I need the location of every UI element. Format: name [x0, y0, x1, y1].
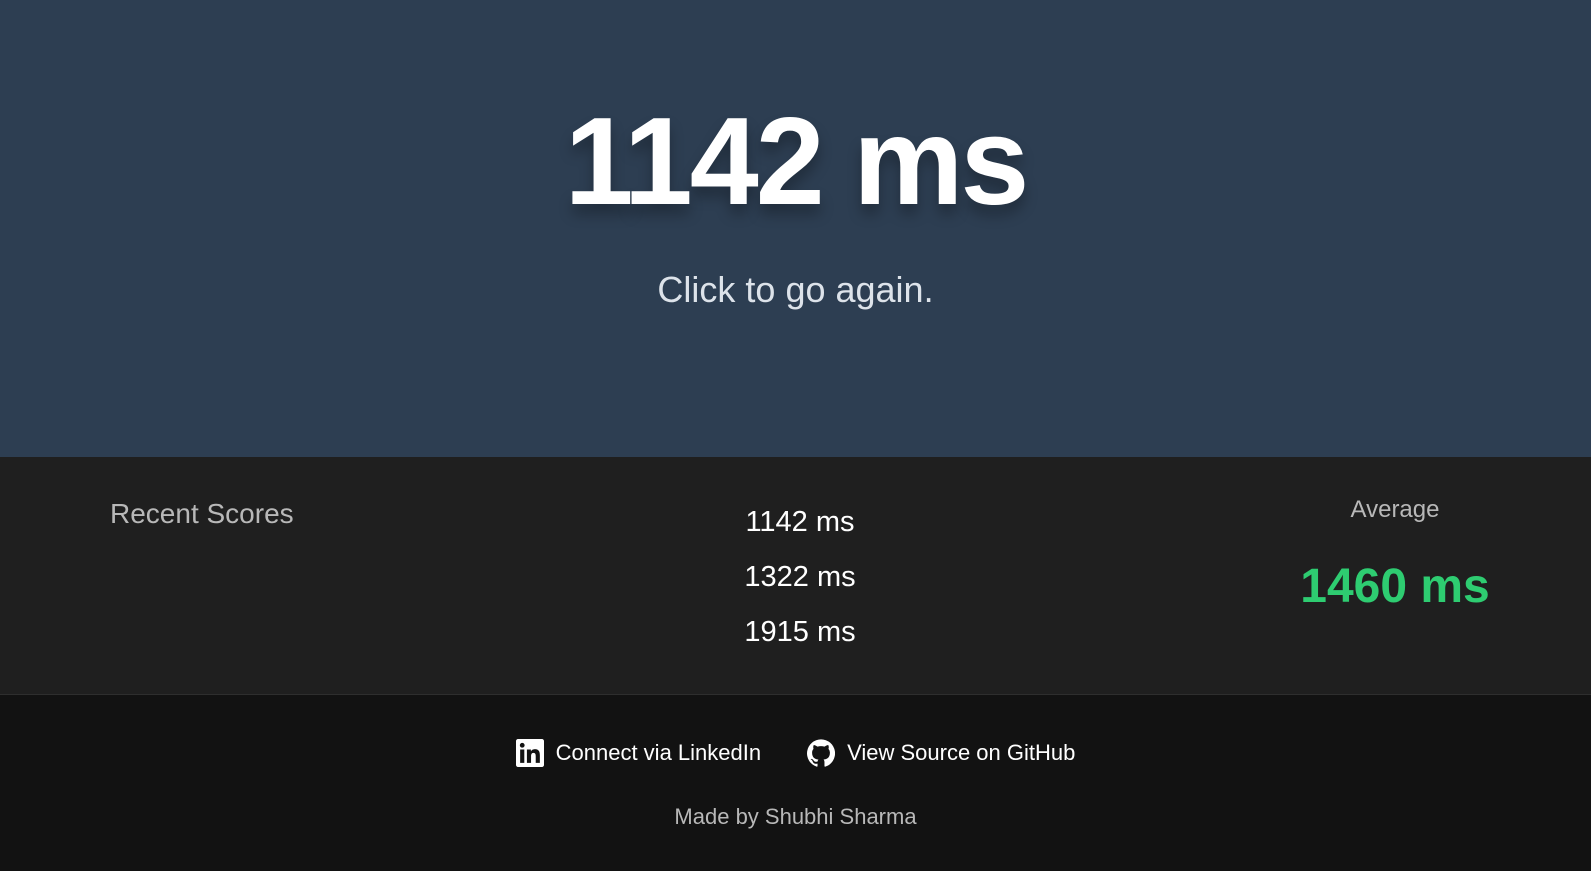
retry-prompt: Click to go again. [657, 269, 934, 310]
average-value: 1460 ms [1300, 560, 1490, 613]
scores-section: Recent Scores 1142 ms 1322 ms 1915 ms Av… [0, 457, 1591, 695]
linkedin-icon [515, 739, 544, 767]
recent-scores-heading: Recent Scores [110, 498, 294, 529]
linkedin-link[interactable]: Connect via LinkedIn [515, 739, 762, 767]
github-link[interactable]: View Source on GitHub [807, 739, 1075, 767]
linkedin-link-label: Connect via LinkedIn [555, 740, 762, 765]
recent-scores-list: 1142 ms 1322 ms 1915 ms [600, 495, 1000, 660]
github-link-label: View Source on GitHub [847, 740, 1076, 765]
reaction-time-display: 1142 ms [564, 93, 1030, 231]
github-icon [807, 739, 836, 767]
score-item: 1142 ms [745, 506, 855, 538]
footer-links: Connect via LinkedIn View Source on GitH… [0, 739, 1591, 767]
made-by-credit: Made by Shubhi Sharma [674, 804, 917, 829]
footer: Connect via LinkedIn View Source on GitH… [0, 695, 1591, 871]
score-item: 1322 ms [744, 561, 856, 593]
score-item: 1915 ms [744, 616, 856, 648]
average-label: Average [1350, 496, 1440, 523]
result-panel[interactable]: 1142 ms Click to go again. [0, 0, 1591, 457]
